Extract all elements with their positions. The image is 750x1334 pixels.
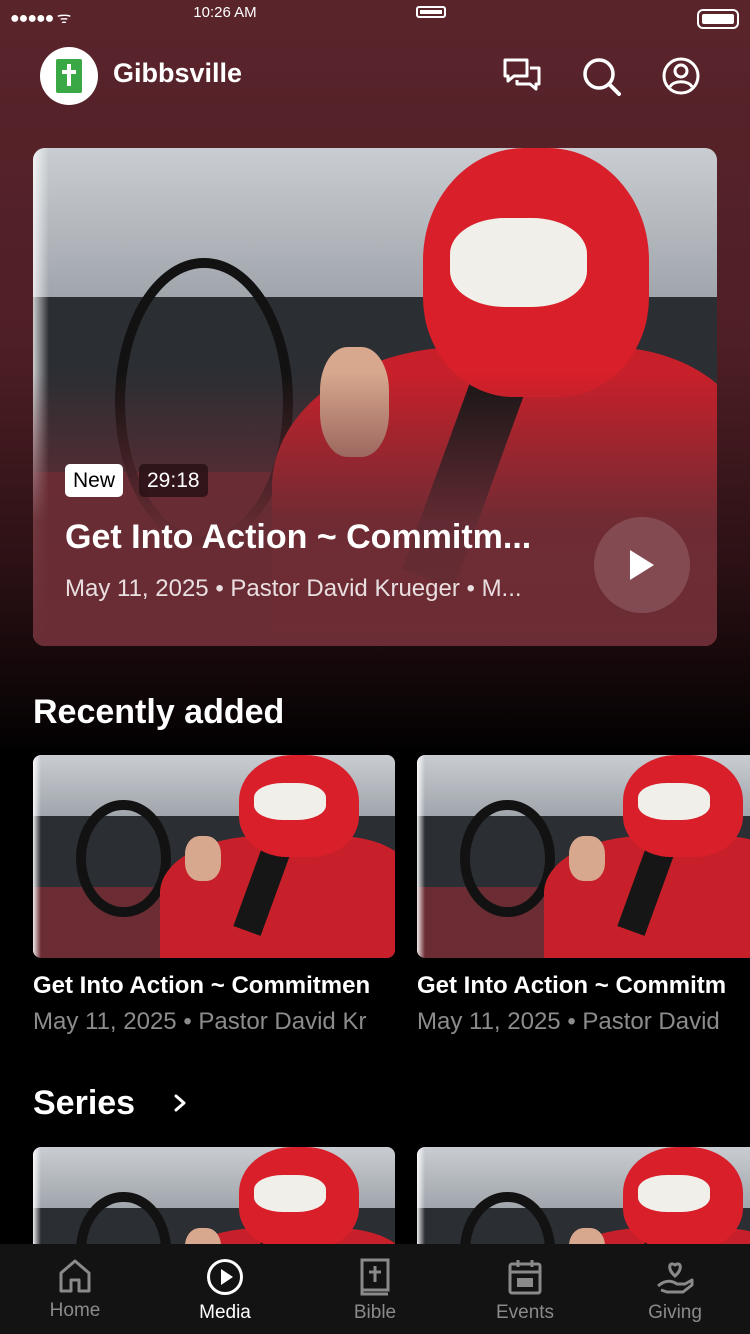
featured-meta: May 11, 2025 • Pastor David Krueger • M.… (65, 575, 522, 602)
series-card[interactable] (417, 1147, 750, 1245)
tab-label: Giving (648, 1302, 702, 1323)
media-title: Get Into Action ~ Commitm (417, 972, 727, 999)
app-header: Gibbsville (0, 44, 750, 108)
tab-label: Bible (353, 1302, 397, 1323)
tab-label: Events (495, 1302, 555, 1323)
search-icon[interactable] (581, 56, 621, 96)
battery-icon (416, 6, 446, 18)
recently-added-heading: Recently added (33, 693, 285, 731)
tab-events[interactable]: Events (450, 1244, 600, 1334)
cross-icon (56, 59, 82, 93)
media-thumbnail (33, 755, 395, 958)
series-thumbnail (33, 1147, 395, 1245)
tab-label: Home (49, 1300, 101, 1321)
status-bar: ●●●●● ᯤ 10:26 AM (0, 0, 750, 40)
status-time: 10:26 AM (193, 4, 257, 21)
duration-badge: 29:18 (139, 464, 208, 497)
tab-bible[interactable]: Bible (300, 1244, 450, 1334)
tab-home[interactable]: Home (0, 1244, 150, 1334)
featured-title: Get Into Action ~ Commitm... (65, 518, 532, 556)
media-thumbnail (417, 755, 750, 958)
bible-icon (360, 1258, 390, 1296)
series-heading[interactable]: Series (33, 1084, 135, 1123)
media-card[interactable]: Get Into Action ~ Commitm May 11, 2025 •… (417, 755, 750, 1036)
calendar-icon (508, 1260, 542, 1295)
play-circle-icon (207, 1259, 243, 1295)
new-badge: New (65, 464, 124, 497)
account-icon[interactable] (661, 56, 701, 96)
battery-icon (697, 9, 739, 29)
media-title: Get Into Action ~ Commitmen (33, 972, 371, 999)
tab-media[interactable]: Media (150, 1244, 300, 1334)
bottom-tab-bar: Home Media Bible Events Giving (0, 1244, 750, 1334)
media-meta: May 11, 2025 • Pastor David (417, 1008, 720, 1035)
media-card[interactable]: Get Into Action ~ Commitmen May 11, 2025… (33, 755, 395, 1036)
tab-giving[interactable]: Giving (600, 1244, 750, 1334)
series-thumbnail (417, 1147, 750, 1245)
featured-media-card[interactable]: New 29:18 Get Into Action ~ Commitm... M… (33, 148, 717, 646)
app-title: Gibbsville (113, 58, 243, 88)
media-meta: May 11, 2025 • Pastor David Kr (33, 1008, 367, 1035)
series-card[interactable] (33, 1147, 395, 1245)
play-icon (630, 550, 654, 580)
tab-label: Media (199, 1302, 251, 1323)
chevron-right-icon[interactable] (170, 1093, 190, 1113)
church-logo[interactable] (40, 47, 98, 105)
home-icon (59, 1259, 91, 1293)
chat-icon[interactable] (502, 56, 542, 96)
giving-icon (657, 1262, 694, 1294)
play-button[interactable] (594, 517, 690, 613)
